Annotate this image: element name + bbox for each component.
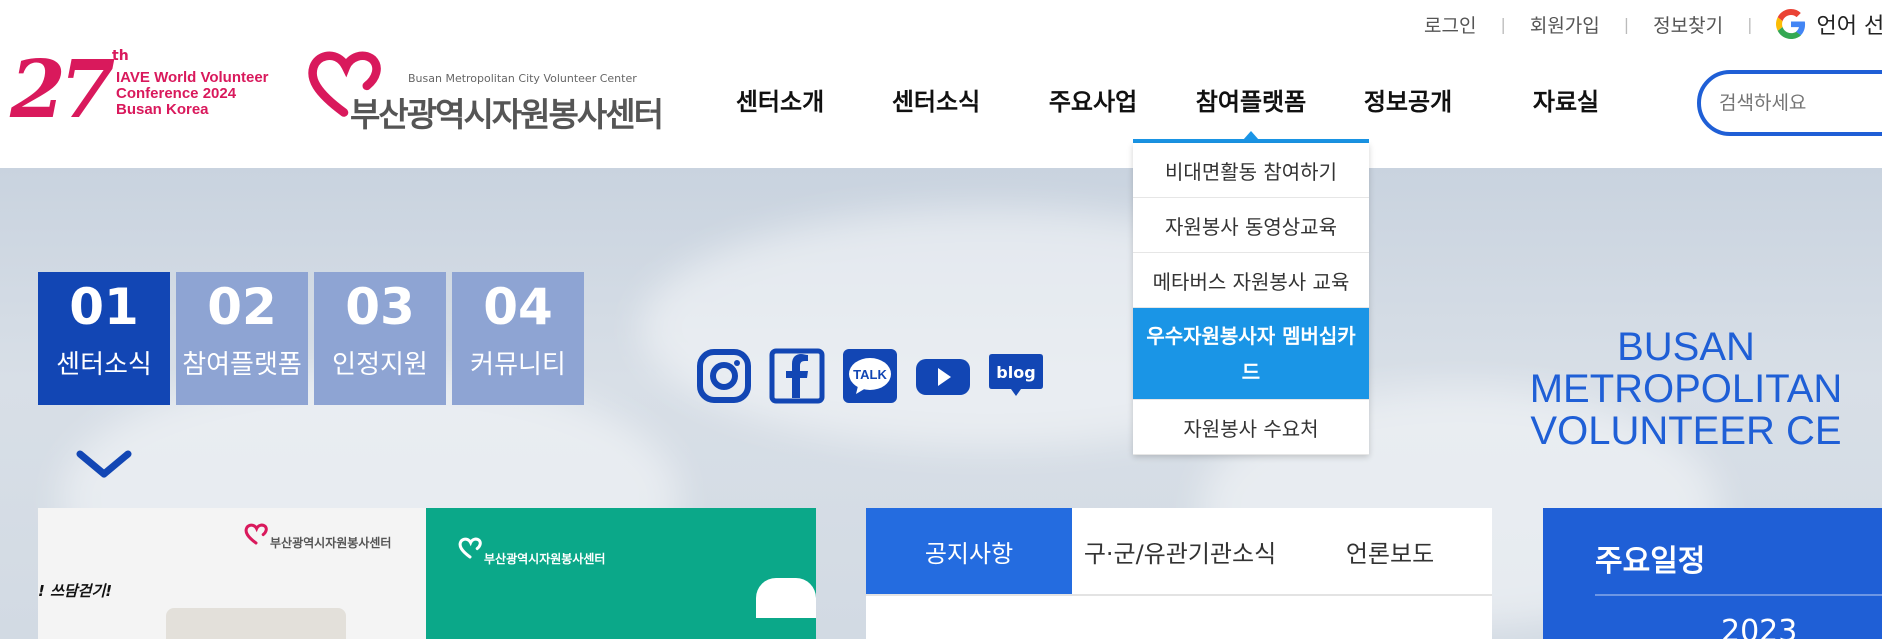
tab-number: 01 [69,278,139,336]
tab-number: 03 [345,278,415,336]
search-input[interactable] [1719,92,1882,114]
banner-slide-left: ! 쓰담걷기! 부산광역시자원봉사센터 [38,508,426,639]
tab-label: 인정지원 [332,350,428,380]
utility-nav: 로그인 | 회원가입 | 정보찾기 | 언어 선 [1400,8,1882,40]
language-selector[interactable]: 언어 선 [1752,8,1882,40]
tab-number: 02 [207,278,277,336]
nav-item-center-intro[interactable]: 센터소개 [736,82,824,117]
hero-section: 01 센터소식 02 참여플랫폼 03 인정지원 04 커뮤니티 TALK bl… [0,168,1882,639]
promo-banner[interactable]: ! 쓰담걷기! 부산광역시자원봉사센터 부산광역시자원봉사센터 [38,508,816,639]
tab-press-release[interactable]: 언론보도 [1288,508,1492,594]
news-tabs: 공지사항 구·군/유관기관소식 언론보도 [866,508,1492,596]
schedule-title: 주요일정 [1595,544,1706,579]
heart-logo-icon [458,537,482,559]
blog-label: blog [996,363,1035,382]
login-link[interactable]: 로그인 [1400,11,1500,38]
banner-logo-text: 부산광역시자원봉사센터 [484,552,606,566]
nav-item-main-business[interactable]: 주요사업 [1049,82,1137,117]
nav-item-archive[interactable]: 자료실 [1533,82,1599,117]
tab-center-news[interactable]: 01 센터소식 [38,272,170,405]
kakaotalk-icon[interactable]: TALK [842,348,898,404]
schedule-year: 2023 [1721,614,1798,639]
tab-participation-platform[interactable]: 02 참여플랫폼 [176,272,308,405]
submenu-item-online-activity[interactable]: 비대면활동 참여하기 [1133,143,1369,198]
tab-community[interactable]: 04 커뮤니티 [452,272,584,405]
news-panel: 공지사항 구·군/유관기관소식 언론보도 [866,508,1492,639]
blog-icon[interactable]: blog [988,348,1044,404]
banner-slogan: ! 쓰담걷기! [38,582,113,600]
nav-item-information-disclosure[interactable]: 정보공개 [1364,82,1452,117]
tab-label: 참여플랫폼 [182,350,302,380]
banner-slide-right: 부산광역시자원봉사센터 [426,508,816,639]
tab-recognition-support[interactable]: 03 인정지원 [314,272,446,405]
logo-conference-text: IAVE World Volunteer Conference 2024 Bus… [116,69,269,118]
banner-cloud-shape [756,578,816,618]
schedule-panel: 주요일정 2023 [1543,508,1882,639]
language-label: 언어 선 [1816,14,1882,39]
facebook-icon[interactable] [769,348,825,404]
instagram-icon[interactable] [696,348,752,404]
find-info-link[interactable]: 정보찾기 [1629,11,1747,38]
center-name-ko: 부산광역시자원봉사센터 [350,95,664,134]
nav-item-center-news[interactable]: 센터소식 [892,82,980,117]
nav-item-participation-platform[interactable]: 참여플랫폼 [1196,82,1306,117]
iave-conference-logo[interactable]: 27 th IAVE World Volunteer Conference 20… [10,44,270,134]
section-tabs: 01 센터소식 02 참여플랫폼 03 인정지원 04 커뮤니티 [38,272,584,405]
heart-logo-icon [244,523,268,545]
banner-illustration [166,608,346,639]
tab-number: 04 [483,278,553,336]
tab-district-news[interactable]: 구·군/유관기관소식 [1072,508,1288,594]
site-header: 로그인 | 회원가입 | 정보찾기 | 언어 선 27 th IAVE Worl… [0,0,1882,168]
logo-suffix: th [112,48,129,64]
volunteer-center-logo[interactable]: Busan Metropolitan City Volunteer Center… [305,46,664,134]
submenu-item-video-education[interactable]: 자원봉사 동영상교육 [1133,198,1369,253]
submenu-item-demand-organizations[interactable]: 자원봉사 수요처 [1133,400,1369,455]
logo-number: 27 [10,42,115,136]
search-box [1697,70,1882,136]
banner-logo-text: 부산광역시자원봉사센터 [270,536,392,550]
submenu-item-membership-card[interactable]: 우수자원봉사자 멤버십카드 [1133,308,1369,400]
tab-label: 센터소식 [56,350,152,380]
divider [1595,594,1882,596]
google-icon [1776,9,1806,39]
center-name-en: Busan Metropolitan City Volunteer Center [408,72,637,85]
tab-label: 커뮤니티 [470,350,566,380]
hero-title: BUSAN METROPOLITAN VOLUNTEER CE [1529,325,1843,453]
chevron-down-icon[interactable] [74,446,134,482]
kakaotalk-label: TALK [853,367,887,382]
tab-notices[interactable]: 공지사항 [866,508,1072,594]
youtube-icon[interactable] [915,348,971,404]
signup-link[interactable]: 회원가입 [1506,11,1624,38]
participation-platform-submenu: 비대면활동 참여하기 자원봉사 동영상교육 메타버스 자원봉사 교육 우수자원봉… [1133,143,1369,455]
social-links: TALK blog [696,348,1044,404]
submenu-item-metaverse-education[interactable]: 메타버스 자원봉사 교육 [1133,253,1369,308]
